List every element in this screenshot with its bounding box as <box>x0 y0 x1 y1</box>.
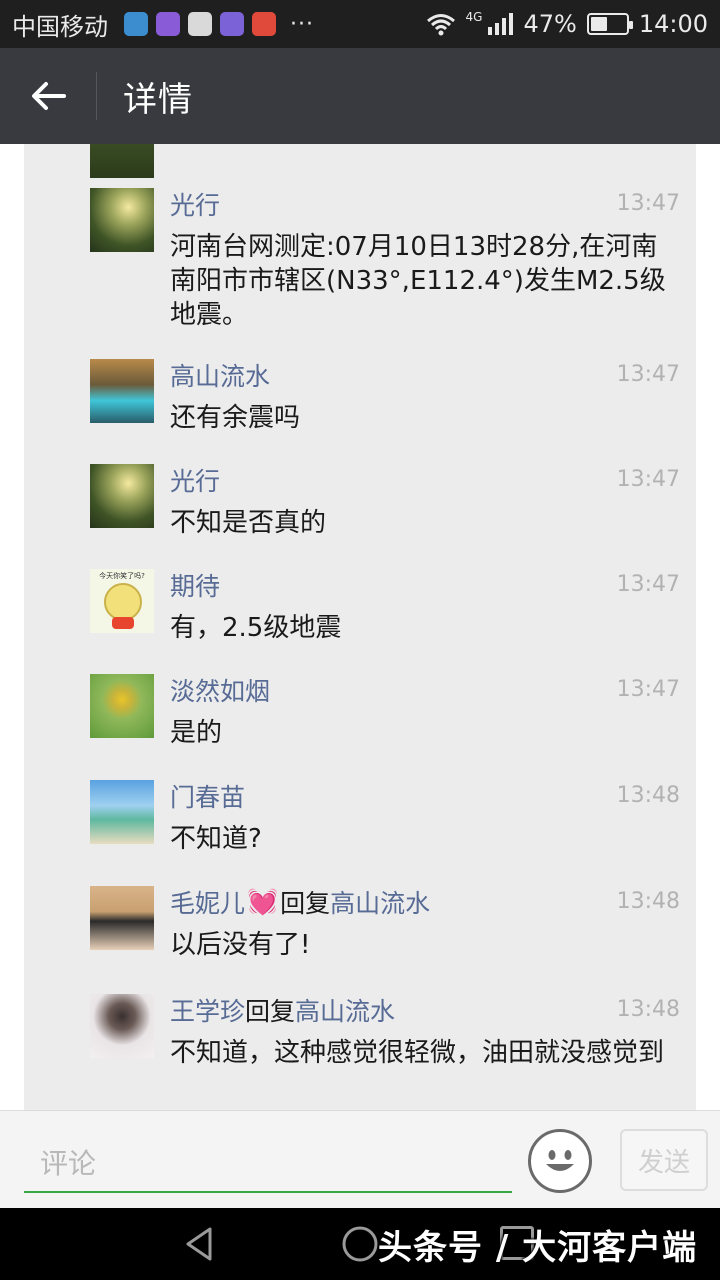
avatar[interactable] <box>90 188 154 252</box>
comment-time: 13:47 <box>616 572 680 597</box>
reply-target-name[interactable]: 高山流水 <box>295 992 395 1028</box>
emoji-button[interactable] <box>528 1129 592 1193</box>
cartoon-face-icon <box>104 583 142 621</box>
avatar[interactable] <box>90 994 154 1058</box>
commenter-name[interactable]: 淡然如烟 <box>170 672 270 708</box>
title-bar: 详情 <box>0 48 720 144</box>
avatar[interactable] <box>90 464 154 528</box>
comment-text: 不知是否真的 <box>170 508 327 538</box>
avatar[interactable]: 今天你笑了吗? <box>90 569 154 633</box>
comment-text: 不知道? <box>170 824 262 854</box>
comments-panel: 有 光行 13:47 河南台网测定:07月10日13时28分,在河南南阳市市辖区… <box>24 144 696 1110</box>
comment-time: 13:48 <box>616 783 680 808</box>
comment-text: 是的 <box>170 718 223 748</box>
network-type-label: 4G <box>465 10 483 24</box>
comment-text: 河南台网测定:07月10日13时28分,在河南南阳市市辖区(N33°,E112.… <box>170 232 666 330</box>
signal-icon <box>488 13 514 35</box>
battery-icon <box>586 13 633 35</box>
commenter-name[interactable]: 高山流水 <box>170 357 270 393</box>
browser-icon <box>124 12 148 36</box>
app-notification-icon <box>252 12 276 36</box>
comment-time: 13:48 <box>616 889 680 914</box>
commenter-name[interactable]: 门春苗 <box>170 778 245 814</box>
gallery-icon <box>156 12 180 36</box>
comment-text: 有 <box>170 144 680 148</box>
commenter-name[interactable]: 光行 <box>170 186 220 222</box>
comments-area[interactable]: 有 光行 13:47 河南台网测定:07月10日13时28分,在河南南阳市市辖区… <box>0 144 720 1110</box>
reply-label: 回复 <box>280 889 331 918</box>
comment-time: 13:47 <box>616 191 680 216</box>
title-divider <box>96 72 97 120</box>
keyboard-icon <box>220 12 244 36</box>
battery-percent: 47% <box>523 10 577 38</box>
smiley-icon <box>546 1150 574 1171</box>
reply-label: 回复 <box>245 997 296 1026</box>
comment-input[interactable] <box>24 1135 512 1193</box>
comment-text: 还有余震吗 <box>170 403 301 433</box>
comment-time: 13:48 <box>616 997 680 1022</box>
avatar-caption: 今天你笑了吗? <box>99 572 145 580</box>
battery-level <box>590 17 607 31</box>
clock: 14:00 <box>638 10 708 38</box>
avatar[interactable] <box>90 886 154 950</box>
reply-target-name[interactable]: 高山流水 <box>330 884 430 920</box>
status-bar: 中国移动 ··· 4G 47% 14:00 <box>0 0 720 48</box>
arrow-left-icon <box>32 82 66 110</box>
commenter-name[interactable]: 期待 <box>170 567 220 603</box>
comment-time: 13:47 <box>616 677 680 702</box>
wifi-icon <box>426 14 455 36</box>
commenter-name[interactable]: 光行 <box>170 462 220 498</box>
nav-home-icon[interactable] <box>340 1224 380 1264</box>
avatar[interactable] <box>90 674 154 738</box>
avatar[interactable] <box>90 780 154 844</box>
send-button[interactable]: 发送 <box>620 1129 708 1191</box>
back-button[interactable] <box>0 48 96 144</box>
commenter-name[interactable]: 王学珍 <box>170 992 245 1028</box>
comment-time: 13:47 <box>616 362 680 387</box>
comment-input-bar: 发送 <box>0 1110 720 1208</box>
carrier-label: 中国移动 <box>12 12 108 41</box>
avatar[interactable] <box>90 144 154 178</box>
avatar[interactable] <box>90 359 154 423</box>
notification-icons <box>124 12 276 36</box>
nav-back-icon[interactable] <box>180 1224 220 1264</box>
comment-time: 13:47 <box>616 467 680 492</box>
comment-text: 不知道，这种感觉很轻微，油田就没感觉到 <box>170 1038 665 1068</box>
page-title: 详情 <box>123 79 193 120</box>
weibo-icon <box>188 12 212 36</box>
heart-emoji: 💓 <box>247 887 279 916</box>
more-notifications-icon: ··· <box>290 11 314 37</box>
commenter-name[interactable]: 毛妮儿 <box>170 884 245 920</box>
comment-text: 有，2.5级地震 <box>170 613 342 643</box>
navigation-bar: 头条号 / 大河客户端 <box>0 1208 720 1280</box>
watermark: 头条号 / 大河客户端 <box>378 1228 698 1268</box>
comment-text: 以后没有了! <box>170 930 311 960</box>
